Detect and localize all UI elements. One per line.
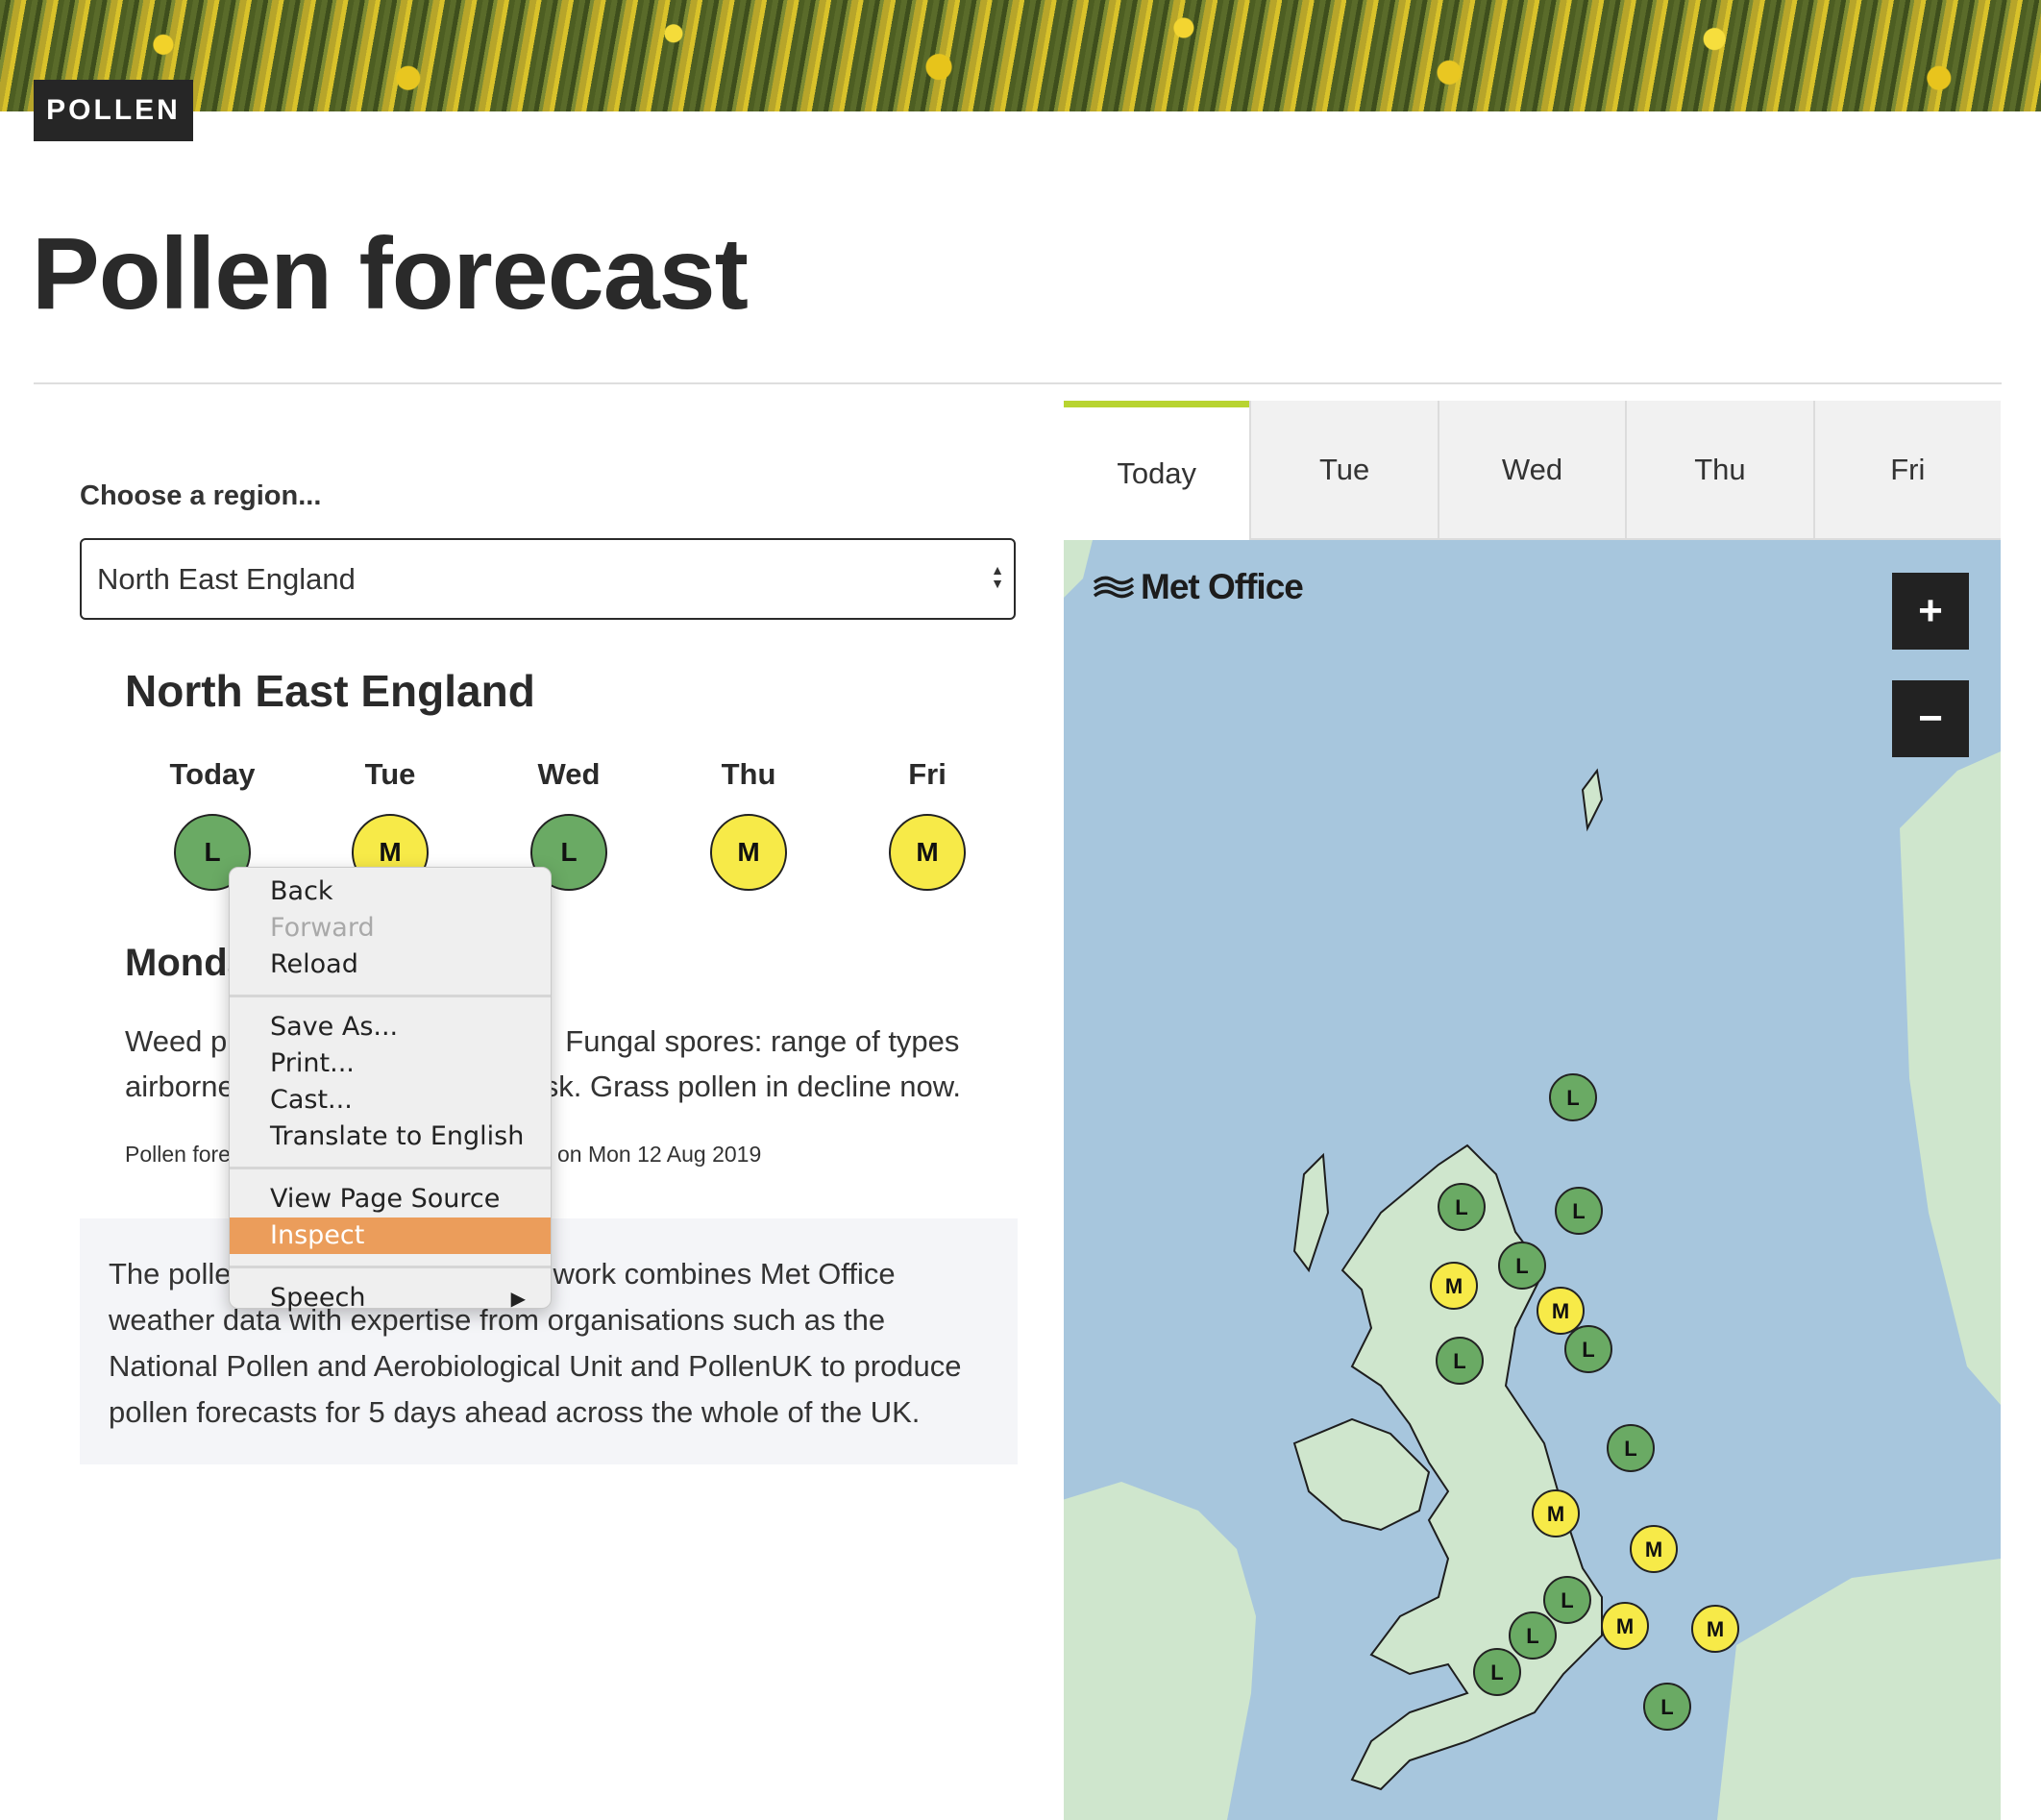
- met-office-logo-text: Met Office: [1141, 567, 1304, 606]
- region-select-value: North East England: [97, 561, 356, 596]
- menu-item-back[interactable]: Back: [230, 873, 551, 910]
- pollen-marker-label: L: [1561, 1588, 1573, 1612]
- forecast-line1-start: Weed p: [125, 1024, 228, 1058]
- pollen-marker-label: L: [1566, 1086, 1579, 1110]
- divider: [34, 382, 2002, 384]
- tab-fri[interactable]: Fri: [1812, 401, 2002, 540]
- pollen-level-badge: M: [889, 814, 966, 891]
- pollen-marker-label: L: [1572, 1199, 1585, 1223]
- menu-item-cast[interactable]: Cast...: [230, 1082, 551, 1119]
- zoom-in-button[interactable]: +: [1892, 573, 1969, 650]
- region-name-heading: North East England: [125, 666, 535, 716]
- menu-item-view-source[interactable]: View Page Source: [230, 1181, 551, 1217]
- issued-start: Pollen fore: [125, 1142, 231, 1167]
- day-name: Thu: [721, 757, 776, 791]
- select-arrows-icon: ▲ ▼: [991, 562, 1004, 591]
- pollen-level-badge: M: [710, 814, 787, 891]
- map-canvas: LL LMLML LLMMLMMLLL: [1064, 540, 2001, 1820]
- pollen-marker-label: M: [1645, 1537, 1662, 1562]
- pollen-marker-label: M: [1707, 1617, 1724, 1641]
- submenu-arrow-icon: ▶: [510, 1287, 526, 1310]
- forecast-line2-end: sk. Grass pollen in decline now.: [543, 1070, 961, 1103]
- info-line3: National Pollen and Aerobiological Unit …: [109, 1349, 962, 1383]
- met-office-logo-icon: [1093, 576, 1135, 599]
- info-line1-start: The polle: [109, 1257, 232, 1291]
- pollen-marker-label: L: [1515, 1254, 1528, 1278]
- menu-item-forward: Forward: [270, 913, 375, 943]
- menu-separator: [230, 1266, 551, 1268]
- pollen-marker-label: L: [1660, 1695, 1673, 1719]
- forecast-line1-end: Fungal spores: range of types: [565, 1024, 960, 1058]
- menu-item-print[interactable]: Print...: [230, 1045, 551, 1082]
- day-tabs: Today Tue Wed Thu Fri: [1064, 401, 2002, 540]
- zoom-out-button[interactable]: −: [1892, 680, 1969, 757]
- issued-end: on Mon 12 Aug 2019: [556, 1142, 762, 1167]
- pollen-marker-label: M: [1552, 1299, 1569, 1323]
- menu-item-translate[interactable]: Translate to English: [230, 1119, 551, 1155]
- pollen-marker-label: L: [1624, 1437, 1636, 1461]
- pollen-marker-label: L: [1453, 1349, 1465, 1373]
- pollen-marker-label: L: [1582, 1338, 1594, 1362]
- pollen-marker-label: L: [1490, 1660, 1503, 1685]
- forecast-line2-start: airborne: [125, 1070, 234, 1103]
- pollen-marker-label: L: [1526, 1624, 1538, 1648]
- section-badge: POLLEN: [34, 80, 193, 141]
- context-menu: Back Forward Reload Save As... Print... …: [229, 867, 552, 1313]
- uk-pollen-map[interactable]: LLLMLMLLLMMLMMLLL Met Office + −: [1064, 540, 2001, 1820]
- tab-tue[interactable]: Tue: [1249, 401, 1438, 540]
- day-name: Fri: [908, 757, 947, 791]
- menu-item-save-as[interactable]: Save As...: [230, 1009, 551, 1045]
- info-line4: pollen forecasts for 5 days ahead across…: [109, 1395, 921, 1429]
- pollen-marker-label: M: [1616, 1614, 1634, 1638]
- day-forecast-thu: Thu M: [696, 757, 801, 891]
- page-title: Pollen forecast: [32, 217, 749, 331]
- tab-wed[interactable]: Wed: [1437, 401, 1626, 540]
- pollen-map-panel: Today Tue Wed Thu Fri LLLMLMLLLMMLMMLLL …: [1064, 401, 2002, 1820]
- tab-today[interactable]: Today: [1064, 401, 1250, 540]
- menu-item-speech[interactable]: Speech ▶: [230, 1280, 551, 1316]
- pollen-marker-label: M: [1445, 1274, 1463, 1298]
- day-forecast-fri: Fri M: [874, 757, 980, 891]
- menu-item-speech-label: Speech: [270, 1283, 366, 1313]
- met-office-logo: Met Office: [1093, 567, 1304, 607]
- menu-separator: [230, 1167, 551, 1169]
- menu-item-inspect[interactable]: Inspect: [230, 1217, 551, 1254]
- pollen-marker-label: M: [1547, 1502, 1564, 1526]
- region-select[interactable]: North East England ▲ ▼: [80, 538, 1016, 620]
- pollen-marker-label: L: [1455, 1195, 1467, 1219]
- info-line1-end: work combines Met Office: [553, 1257, 896, 1291]
- day-name: Today: [169, 757, 256, 791]
- tab-thu[interactable]: Thu: [1625, 401, 1813, 540]
- region-select-label: Choose a region...: [80, 480, 322, 511]
- pollen-banner-image: [0, 0, 2041, 111]
- menu-item-reload[interactable]: Reload: [230, 947, 551, 983]
- day-name: Tue: [364, 757, 416, 791]
- menu-separator: [230, 995, 551, 997]
- day-name: Wed: [537, 757, 601, 791]
